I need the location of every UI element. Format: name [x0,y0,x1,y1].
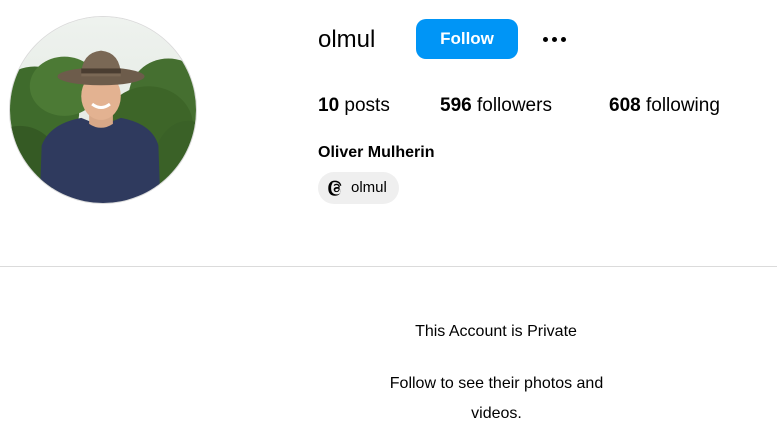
stat-following[interactable]: 608 following [609,94,720,118]
stat-followers[interactable]: 596 followers [440,94,552,118]
more-options-button[interactable] [536,26,572,52]
following-count: 608 [609,95,641,116]
followers-count: 596 [440,95,472,116]
profile-page: olmul Follow 10 posts 596 followers 608 … [0,0,777,425]
follow-button[interactable]: Follow [416,19,518,59]
posts-label: posts [344,95,390,116]
following-label: following [645,95,720,116]
username: olmul [318,26,376,53]
threads-icon [328,180,342,196]
avatar[interactable] [9,16,197,204]
posts-count: 10 [318,95,340,116]
divider [0,266,777,267]
more-dot-icon [551,36,557,42]
private-account-title: This Account is Private [415,323,577,340]
followers-label: followers [476,95,552,116]
threads-link[interactable]: olmul [318,172,399,204]
profile-photo [10,17,196,203]
more-dot-icon [560,36,566,42]
stat-posts: 10 posts [318,94,390,118]
threads-handle: olmul [351,179,387,196]
full-name: Oliver Mulherin [318,144,435,161]
private-account-message: Follow to see their photos and videos. [389,375,604,422]
more-dot-icon [542,36,548,42]
